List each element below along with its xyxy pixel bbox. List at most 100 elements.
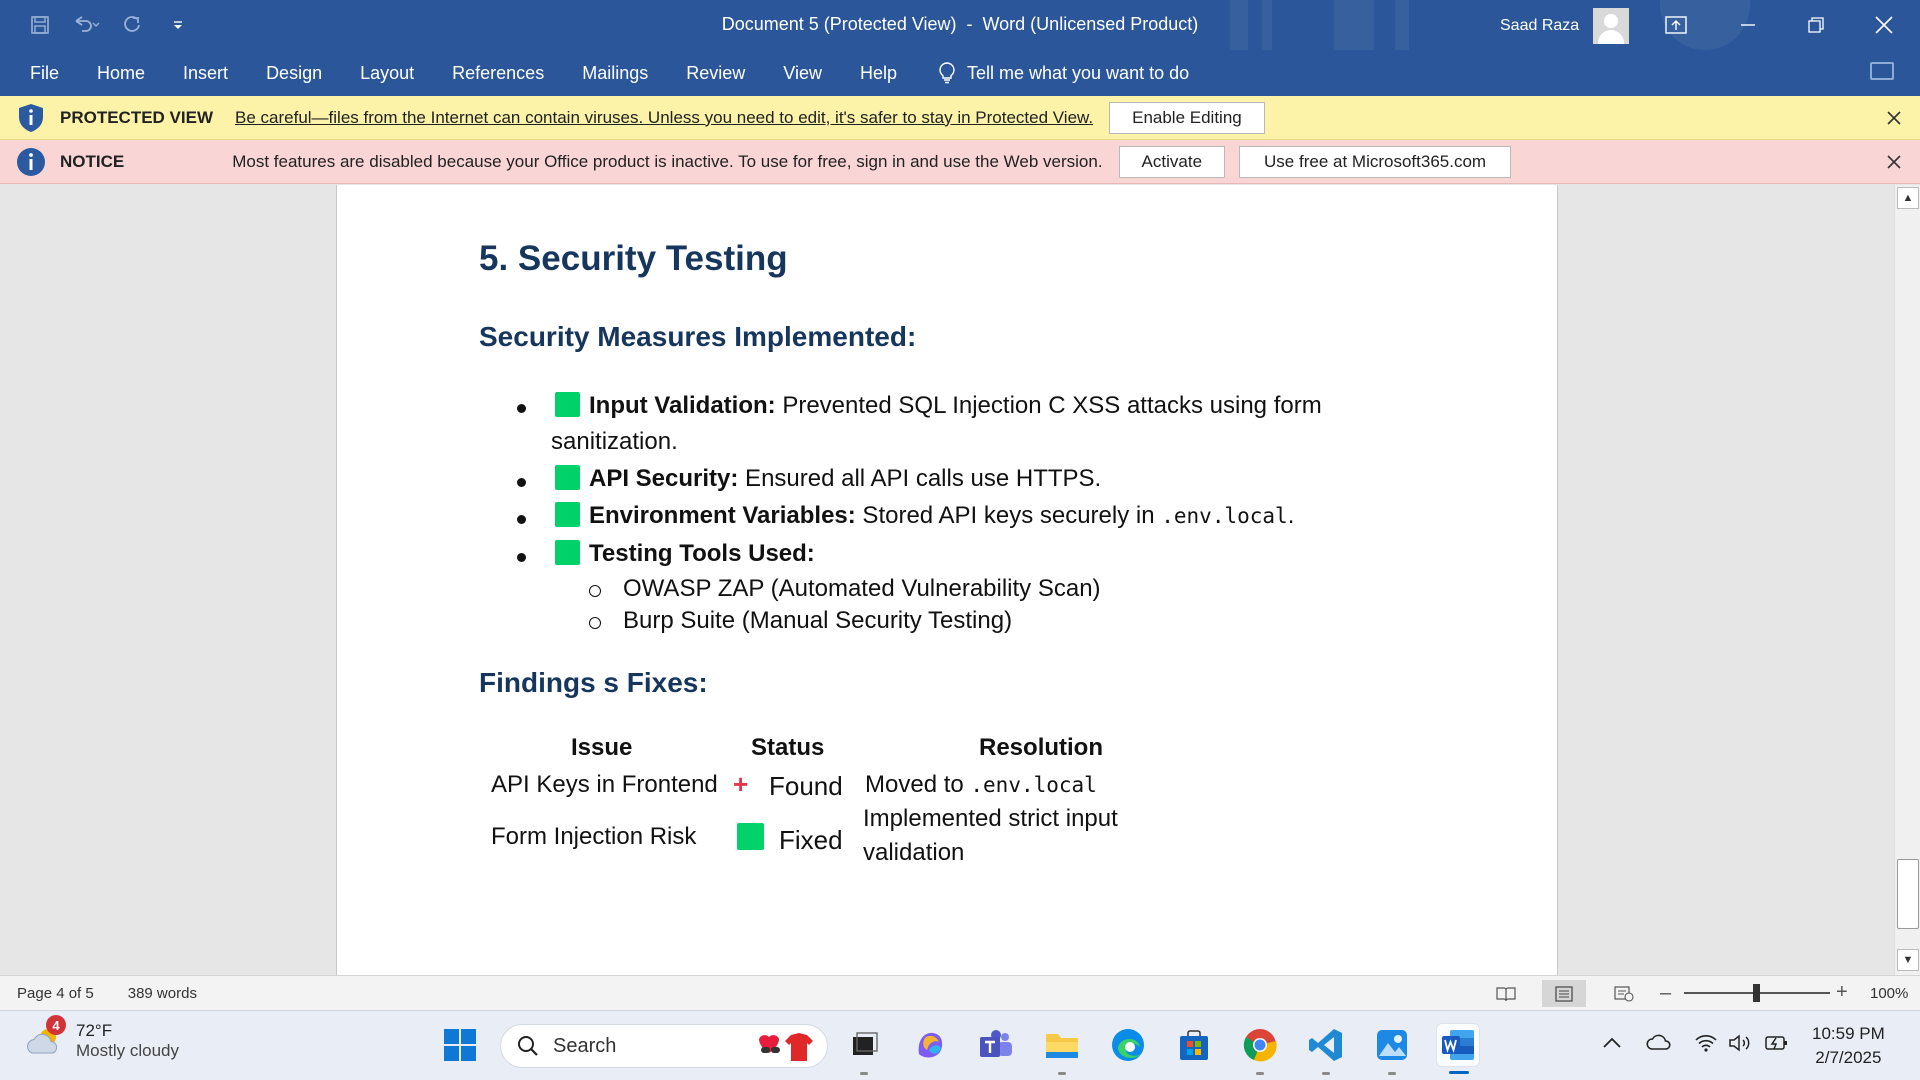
zoom-in-icon[interactable]: +	[1836, 981, 1848, 1004]
edge-browser-icon[interactable]	[1106, 1023, 1150, 1067]
tab-home[interactable]: Home	[97, 63, 145, 84]
page-count[interactable]: Page 4 of 5	[17, 985, 94, 1002]
tab-file[interactable]: File	[30, 63, 59, 84]
section-heading: 5. Security Testing	[479, 239, 788, 278]
bullet-environment-variables: Environment Variables: Stored API keys s…	[555, 502, 1294, 530]
sub-bullet-owasp-zap: OWASP ZAP (Automated Vulnerability Scan)	[623, 575, 1101, 602]
status-bar: Page 4 of 5 389 words – + 100%	[0, 975, 1920, 1010]
bullet-input-validation: Input Validation: Prevented SQL Injectio…	[555, 392, 1322, 420]
print-layout-icon[interactable]	[1542, 980, 1586, 1007]
clock-date: 2/7/2025	[1815, 1048, 1882, 1067]
enable-editing-button[interactable]: Enable Editing	[1109, 101, 1265, 134]
user-account[interactable]: Saad Raza	[1500, 8, 1630, 44]
zoom-level[interactable]: 100%	[1870, 985, 1908, 1002]
green-square-icon	[555, 392, 580, 417]
shield-icon	[16, 103, 46, 133]
table-cell-status: Fixed	[779, 825, 843, 855]
scroll-down-arrow-icon[interactable]: ▼	[1897, 949, 1919, 971]
bullet-testing-tools: Testing Tools Used:	[555, 540, 815, 568]
user-name: Saad Raza	[1500, 17, 1580, 34]
tab-design[interactable]: Design	[266, 63, 322, 84]
weather-temperature: 72°F	[76, 1021, 113, 1040]
tab-help[interactable]: Help	[860, 63, 897, 84]
tab-review[interactable]: Review	[686, 63, 745, 84]
subheading-security-measures: Security Measures Implemented:	[479, 321, 917, 352]
table-cell-status: Found	[769, 771, 843, 801]
show-hidden-icons-chevron-icon[interactable]	[1602, 1033, 1622, 1056]
table-cell-resolution: Implemented strict input	[863, 805, 1118, 832]
table-header-status: Status	[751, 734, 825, 761]
close-window-button[interactable]	[1852, 0, 1916, 50]
info-icon	[16, 147, 46, 177]
bullet-api-security: API Security: Ensured all API calls use …	[555, 465, 1101, 493]
protected-view-message-link[interactable]: Be careful—files from the Internet can c…	[235, 108, 1093, 128]
protected-view-title: PROTECTED VIEW	[60, 107, 214, 127]
comments-icon[interactable]	[1870, 62, 1894, 80]
teams-icon[interactable]	[974, 1023, 1018, 1067]
table-cell-issue: API Keys in Frontend	[491, 771, 718, 798]
user-avatar[interactable]	[1593, 8, 1630, 44]
ribbon-tabs: File Home Insert Design Layout Reference…	[0, 50, 1920, 96]
clock-time: 10:59 PM	[1812, 1024, 1885, 1043]
weather-alert-badge: 4	[46, 1015, 66, 1035]
search-icon	[518, 1036, 538, 1056]
red-plus-icon: +	[733, 769, 749, 799]
web-layout-icon[interactable]	[1602, 980, 1646, 1007]
scroll-thumb[interactable]	[1897, 859, 1919, 929]
green-square-icon	[555, 502, 580, 527]
file-explorer-icon[interactable]	[1040, 1023, 1084, 1075]
tab-layout[interactable]: Layout	[360, 63, 414, 84]
bullet-dot	[517, 515, 526, 524]
search-highlight-icon	[759, 1033, 813, 1061]
photos-app-icon[interactable]	[1370, 1023, 1414, 1075]
minimize-button[interactable]	[1716, 0, 1780, 50]
zoom-slider-thumb[interactable]	[1753, 984, 1760, 1002]
battery-charging-icon[interactable]	[1764, 1033, 1790, 1059]
notice-title: NOTICE	[60, 151, 125, 171]
close-protected-banner-button[interactable]	[1880, 104, 1908, 132]
activate-button[interactable]: Activate	[1118, 145, 1226, 178]
sub-bullet-burp-suite: Burp Suite (Manual Security Testing)	[623, 607, 1013, 634]
weather-widget[interactable]: 4 72°F Mostly cloudy	[24, 1015, 179, 1061]
tell-me-label: Tell me what you want to do	[967, 62, 1190, 83]
notice-banner: NOTICE Most features are disabled becaus…	[0, 140, 1920, 184]
task-view-icon[interactable]	[842, 1023, 886, 1075]
bullet-continuation: sanitization.	[551, 428, 678, 455]
windows-start-icon[interactable]	[438, 1023, 482, 1067]
chrome-browser-icon[interactable]	[1238, 1023, 1282, 1075]
green-square-icon	[555, 540, 580, 565]
word-count[interactable]: 389 words	[128, 985, 197, 1002]
taskbar-clock[interactable]: 10:59 PM 2/7/2025	[1812, 1022, 1885, 1070]
search-label: Search	[553, 1034, 617, 1057]
taskbar-search[interactable]: Search	[500, 1024, 828, 1068]
onedrive-cloud-icon[interactable]	[1646, 1033, 1672, 1057]
notice-message: Most features are disabled because your …	[232, 151, 1103, 171]
sub-bullet-circle	[589, 585, 601, 597]
weather-description: Mostly cloudy	[76, 1041, 179, 1060]
vscode-icon[interactable]	[1304, 1023, 1348, 1075]
tab-mailings[interactable]: Mailings	[582, 63, 648, 84]
tell-me-search[interactable]: Tell me what you want to do	[939, 62, 1189, 84]
copilot-icon[interactable]	[908, 1023, 952, 1067]
read-mode-icon[interactable]	[1484, 980, 1528, 1007]
protected-view-banner: PROTECTED VIEW Be careful—files from the…	[0, 96, 1920, 140]
tab-insert[interactable]: Insert	[183, 63, 228, 84]
table-header-issue: Issue	[571, 734, 633, 761]
vertical-scrollbar[interactable]: ▲ ▼	[1894, 185, 1920, 975]
microsoft-store-icon[interactable]	[1172, 1023, 1216, 1067]
table-cell-resolution: Moved to .env.local	[865, 771, 1097, 798]
zoom-out-icon[interactable]: –	[1660, 982, 1671, 1005]
use-free-web-button[interactable]: Use free at Microsoft365.com	[1239, 145, 1512, 178]
restore-button[interactable]	[1784, 0, 1848, 50]
tab-view[interactable]: View	[783, 63, 822, 84]
ribbon-display-options-icon[interactable]	[1644, 0, 1708, 50]
word-app-icon[interactable]	[1436, 1023, 1480, 1074]
document-page: 5. Security Testing Security Measures Im…	[336, 185, 1558, 975]
bullet-dot	[517, 478, 526, 487]
volume-icon[interactable]	[1728, 1033, 1754, 1059]
subheading-findings: Findings s Fixes:	[479, 667, 708, 698]
close-notice-banner-button[interactable]	[1880, 148, 1908, 176]
scroll-up-arrow-icon[interactable]: ▲	[1897, 187, 1919, 209]
tab-references[interactable]: References	[452, 63, 544, 84]
wifi-icon[interactable]	[1694, 1033, 1718, 1059]
